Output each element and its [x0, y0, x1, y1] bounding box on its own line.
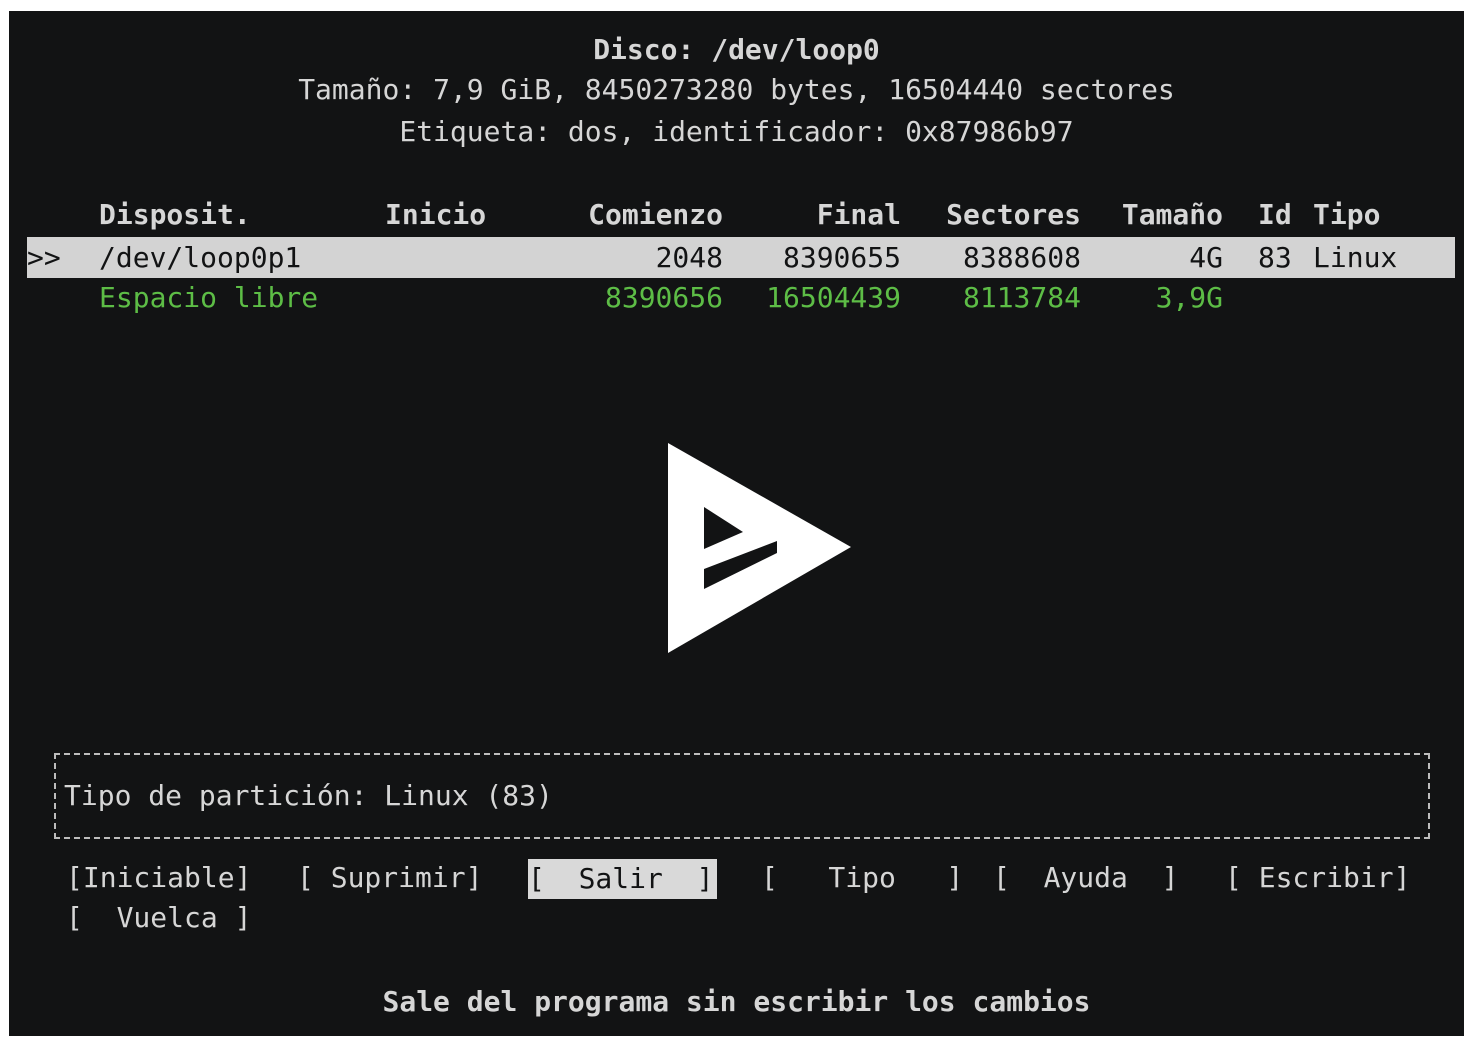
row-end: 8390655	[782, 241, 901, 274]
type-button[interactable]: [ Tipo ]	[761, 858, 963, 898]
help-button[interactable]: [ Ayuda ]	[993, 858, 1178, 898]
row-type: Linux	[1313, 241, 1398, 274]
disk-size: Tamaño: 7,9 GiB, 8450273280 bytes, 16504…	[298, 73, 1175, 106]
col-type: Tipo	[1313, 198, 1381, 231]
col-size: Tamaño	[1121, 198, 1223, 231]
col-sectors: Sectores	[946, 198, 1081, 231]
info-box: Tipo de partición: Linux (83)	[54, 753, 1430, 839]
play-logo-icon[interactable]	[665, 441, 855, 656]
partition-type-text: Tipo de partición: Linux (83)	[64, 779, 553, 812]
write-button[interactable]: [ Escribir]	[1225, 858, 1410, 898]
table-row[interactable]: >> /dev/loop0p1 2048 8390655 8388608 4G …	[27, 237, 1455, 278]
row-device: /dev/loop0p1	[99, 241, 302, 274]
disk-title: Disco: /dev/loop0	[593, 33, 880, 66]
row-start: 8390656	[604, 281, 723, 314]
table-row[interactable]: Espacio libre 8390656 16504439 8113784 3…	[27, 277, 1455, 318]
row-id: 83	[1258, 241, 1292, 274]
dump-button[interactable]: [ Vuelca ]	[66, 898, 251, 938]
terminal-window: Disco: /dev/loop0 Tamaño: 7,9 GiB, 84502…	[9, 11, 1464, 1036]
col-boot: Inicio	[385, 198, 487, 231]
row-sectors: 8113784	[962, 281, 1081, 314]
col-device: Disposit.	[99, 198, 251, 231]
disk-label: Etiqueta: dos, identificador: 0x87986b97	[399, 115, 1074, 148]
delete-button[interactable]: [ Suprimir]	[297, 858, 482, 898]
col-id: Id	[1258, 198, 1292, 231]
row-size: 4G	[1189, 241, 1223, 274]
row-end: 16504439	[766, 281, 901, 314]
row-size: 3,9G	[1155, 281, 1223, 314]
row-marker: >>	[27, 241, 61, 274]
col-end: Final	[816, 198, 901, 231]
bootable-button[interactable]: [Iniciable]	[66, 858, 251, 898]
col-start: Comienzo	[588, 198, 723, 231]
status-text: Sale del programa sin escribir los cambi…	[382, 985, 1091, 1018]
quit-button[interactable]: [ Salir ]	[528, 859, 718, 899]
table-header: Disposit. Inicio Comienzo Final Sectores…	[27, 194, 1455, 235]
row-device: Espacio libre	[99, 281, 319, 314]
row-sectors: 8388608	[962, 241, 1081, 274]
row-start: 2048	[655, 241, 723, 274]
